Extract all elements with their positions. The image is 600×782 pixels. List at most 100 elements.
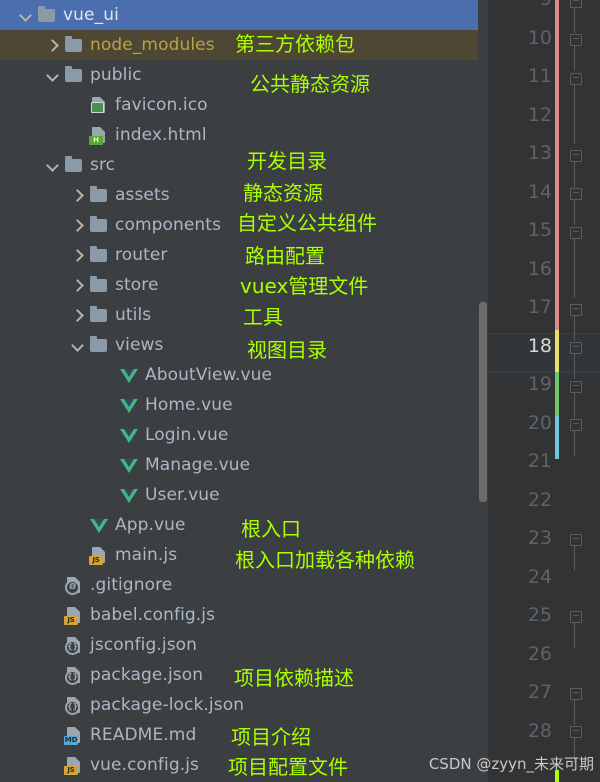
tree-row-views[interactable]: views [0,330,488,360]
tree-row-babel-config-js[interactable]: JS babel.config.js [0,600,488,630]
tree-row-label: README.md [90,725,197,745]
code-fold-tail [574,545,575,571]
image-file-icon [89,95,109,115]
chevron-right-icon[interactable] [70,308,84,322]
code-fold-marker[interactable] [570,225,584,239]
code-fold-marker[interactable] [570,302,584,316]
tree-row-label: vue_ui [63,5,119,25]
line-number: 9 [492,0,552,10]
tree-row-package-lock-json[interactable]: {} package-lock.json [0,690,488,720]
tree-row--gitignore[interactable]: Ø .gitignore [0,570,488,600]
folder-icon [64,155,84,175]
tree-scrollbar-thumb[interactable] [479,302,487,502]
ide-project-view: vue_ui node_modulespublic favicon.ico Hinde… [0,0,600,782]
line-number: 24 [527,565,552,588]
line-number: 10 [527,26,552,49]
tree-row-label: views [115,335,164,355]
tree-row-label: index.html [115,125,207,145]
code-fold-marker[interactable] [570,148,584,162]
chevron-down-icon[interactable] [18,8,32,22]
vcs-change-stripe[interactable] [555,416,559,459]
line-number: 11 [527,65,552,87]
code-fold-marker[interactable] [570,0,584,8]
vue-file-icon [89,515,109,535]
tree-row-user-vue[interactable]: User.vue [0,480,488,510]
no-chevron-spacer [100,458,114,472]
code-fold-marker[interactable] [570,686,584,700]
chevron-right-icon[interactable] [70,188,84,202]
code-fold-marker[interactable] [570,417,584,431]
vcs-change-stripe[interactable] [555,0,559,330]
line-number: 19 [527,373,552,395]
tree-row-jsconfig-json[interactable]: {} jsconfig.json [0,630,488,660]
tree-row-vue-ui[interactable]: vue_ui [0,0,488,30]
code-fold-marker[interactable] [570,724,584,738]
no-chevron-spacer [100,368,114,382]
vue-file-icon [119,395,139,415]
code-fold-marker[interactable] [570,71,584,85]
annotation-text: 项目介绍 [231,725,311,749]
js-file-icon: JS [64,605,84,625]
tree-row-src[interactable]: src [0,150,488,180]
tree-row-manage-vue[interactable]: Manage.vue [0,450,488,480]
tree-row-public[interactable]: public [0,60,488,90]
no-chevron-spacer [100,488,114,502]
chevron-down-icon[interactable] [70,338,84,352]
chevron-down-icon[interactable] [45,68,59,82]
code-fold-tail [574,430,575,456]
no-chevron-spacer [70,98,84,112]
chevron-right-icon[interactable] [70,248,84,262]
tree-row-label: assets [115,185,170,205]
tree-row-label: favicon.ico [115,95,208,115]
code-fold-marker[interactable] [570,340,584,354]
chevron-right-icon[interactable] [45,38,59,52]
tree-row-favicon-ico[interactable]: favicon.ico [0,90,488,120]
code-fold-marker[interactable] [570,532,584,546]
no-chevron-spacer [45,668,59,682]
editor-gutter-panel[interactable]: 9 10 11 12 13 14 15 16 17 18 19 20 21 22 23 24 25 26 27 28 [488,0,600,782]
tree-row-label: Login.vue [145,425,229,445]
project-tree-panel[interactable]: vue_ui node_modulespublic favicon.ico Hinde… [0,0,488,782]
project-tree-list[interactable]: vue_ui node_modulespublic favicon.ico Hinde… [0,0,488,780]
json-file-icon: {} [64,665,84,685]
chevron-down-icon[interactable] [45,158,59,172]
vcs-change-stripe[interactable] [555,372,559,416]
folder-icon [89,215,109,235]
tree-scrollbar-track[interactable] [478,0,488,782]
code-fold-tail [574,622,575,648]
tree-row-label: components [115,215,222,235]
line-number: 28 [527,719,552,742]
tree-row-label: Home.vue [145,395,233,415]
code-fold-tail [574,199,575,225]
tree-row-index-html[interactable]: Hindex.html [0,120,488,150]
js-file-icon: JS [89,545,109,565]
tree-row-aboutview-vue[interactable]: AboutView.vue [0,360,488,390]
md-file-icon: MD [64,725,84,745]
annotation-text: 自定义公共组件 [237,211,377,235]
vcs-change-stripe[interactable] [555,330,559,372]
code-fold-marker[interactable] [570,379,584,393]
no-chevron-spacer [45,758,59,772]
tree-row-home-vue[interactable]: Home.vue [0,390,488,420]
code-fold-marker[interactable] [570,186,584,200]
chevron-right-icon[interactable] [70,278,84,292]
code-fold-tail [574,7,575,33]
vue-file-icon [119,425,139,445]
folder-icon [89,245,109,265]
annotation-text: vuex管理文件 [240,274,369,298]
code-fold-marker[interactable] [570,609,584,623]
folder-icon [64,35,84,55]
line-number: 20 [527,411,552,434]
no-chevron-spacer [70,548,84,562]
no-chevron-spacer [70,518,84,532]
code-fold-marker[interactable] [570,32,584,46]
no-chevron-spacer [70,128,84,142]
folder-icon [89,185,109,205]
line-number: 21 [527,450,552,472]
tree-row-router[interactable]: router [0,240,488,270]
chevron-right-icon[interactable] [70,218,84,232]
folder-icon [89,305,109,325]
tree-row-label: node_modules [90,35,215,55]
tree-row-login-vue[interactable]: Login.vue [0,420,488,450]
folder-icon [89,335,109,355]
